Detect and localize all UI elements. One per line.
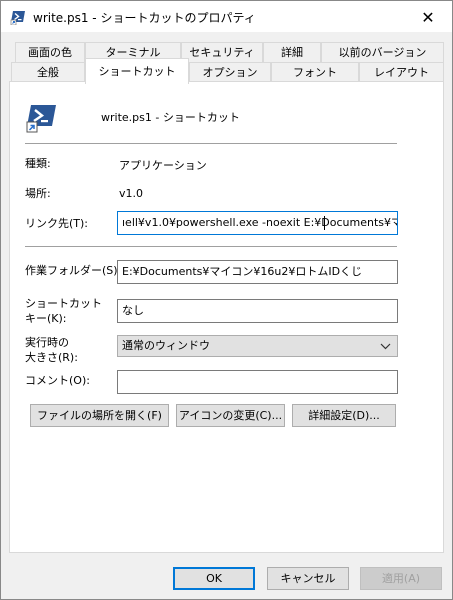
hotkey-field[interactable]: なし [117, 299, 398, 323]
workdir-label: 作業フォルダー(S): [25, 264, 122, 277]
tab-security[interactable]: セキュリティ [181, 42, 263, 62]
hotkey-label-line2: キー(K): [25, 312, 67, 325]
text-caret [324, 216, 325, 230]
hotkey-label-line1: ショートカット [25, 297, 102, 310]
tab-layout[interactable]: レイアウト [359, 62, 444, 82]
close-button[interactable]: ✕ [408, 3, 448, 31]
tab-previous-versions[interactable]: 以前のバージョン [321, 42, 444, 62]
tab-shortcut[interactable]: ショートカット [85, 58, 189, 84]
properties-window: write.ps1 - ショートカットのプロパティ ✕ 画面の色 ターミナル セ… [0, 0, 453, 600]
comment-label: コメント(O): [25, 374, 90, 387]
type-value: アプリケーション [119, 159, 207, 172]
tab-details[interactable]: 詳細 [263, 42, 321, 62]
separator [25, 143, 397, 144]
window-title: write.ps1 - ショートカットのプロパティ [33, 11, 256, 25]
separator [25, 246, 397, 247]
workdir-field[interactable]: E:¥Documents¥マイコン¥16u2¥ロトムIDくじ [117, 260, 398, 284]
location-value: v1.0 [119, 187, 144, 200]
cancel-button[interactable]: キャンセル [267, 567, 349, 590]
powershell-icon [10, 9, 26, 26]
shortcut-name: write.ps1 - ショートカット [101, 111, 240, 124]
title-bar: write.ps1 - ショートカットのプロパティ ✕ [1, 1, 452, 32]
open-file-location-button[interactable]: ファイルの場所を開く(F) [30, 404, 169, 427]
ok-button[interactable]: OK [173, 567, 255, 590]
location-label: 場所: [25, 187, 51, 200]
target-field[interactable]: ıell¥v1.0¥powershell.exe -noexit E:¥Docu… [117, 211, 398, 235]
tab-options[interactable]: オプション [189, 62, 271, 82]
tab-general[interactable]: 全般 [11, 62, 85, 82]
target-label: リンク先(T): [25, 217, 89, 230]
tab-colors[interactable]: 画面の色 [15, 42, 85, 62]
apply-button[interactable]: 適用(A) [360, 567, 442, 590]
comment-field[interactable] [117, 370, 398, 394]
run-label-line1: 実行時の [25, 336, 69, 349]
tab-font[interactable]: フォント [271, 62, 359, 82]
run-size-select[interactable]: 通常のウィンドウ [117, 335, 398, 357]
chevron-down-icon [380, 336, 391, 363]
advanced-settings-button[interactable]: 詳細設定(D)... [292, 404, 396, 427]
change-icon-button[interactable]: アイコンの変更(C)... [176, 404, 285, 427]
run-label-line2: 大きさ(R): [25, 351, 78, 364]
powershell-icon [25, 102, 57, 134]
close-icon: ✕ [421, 7, 435, 27]
type-label: 種類: [25, 157, 51, 170]
